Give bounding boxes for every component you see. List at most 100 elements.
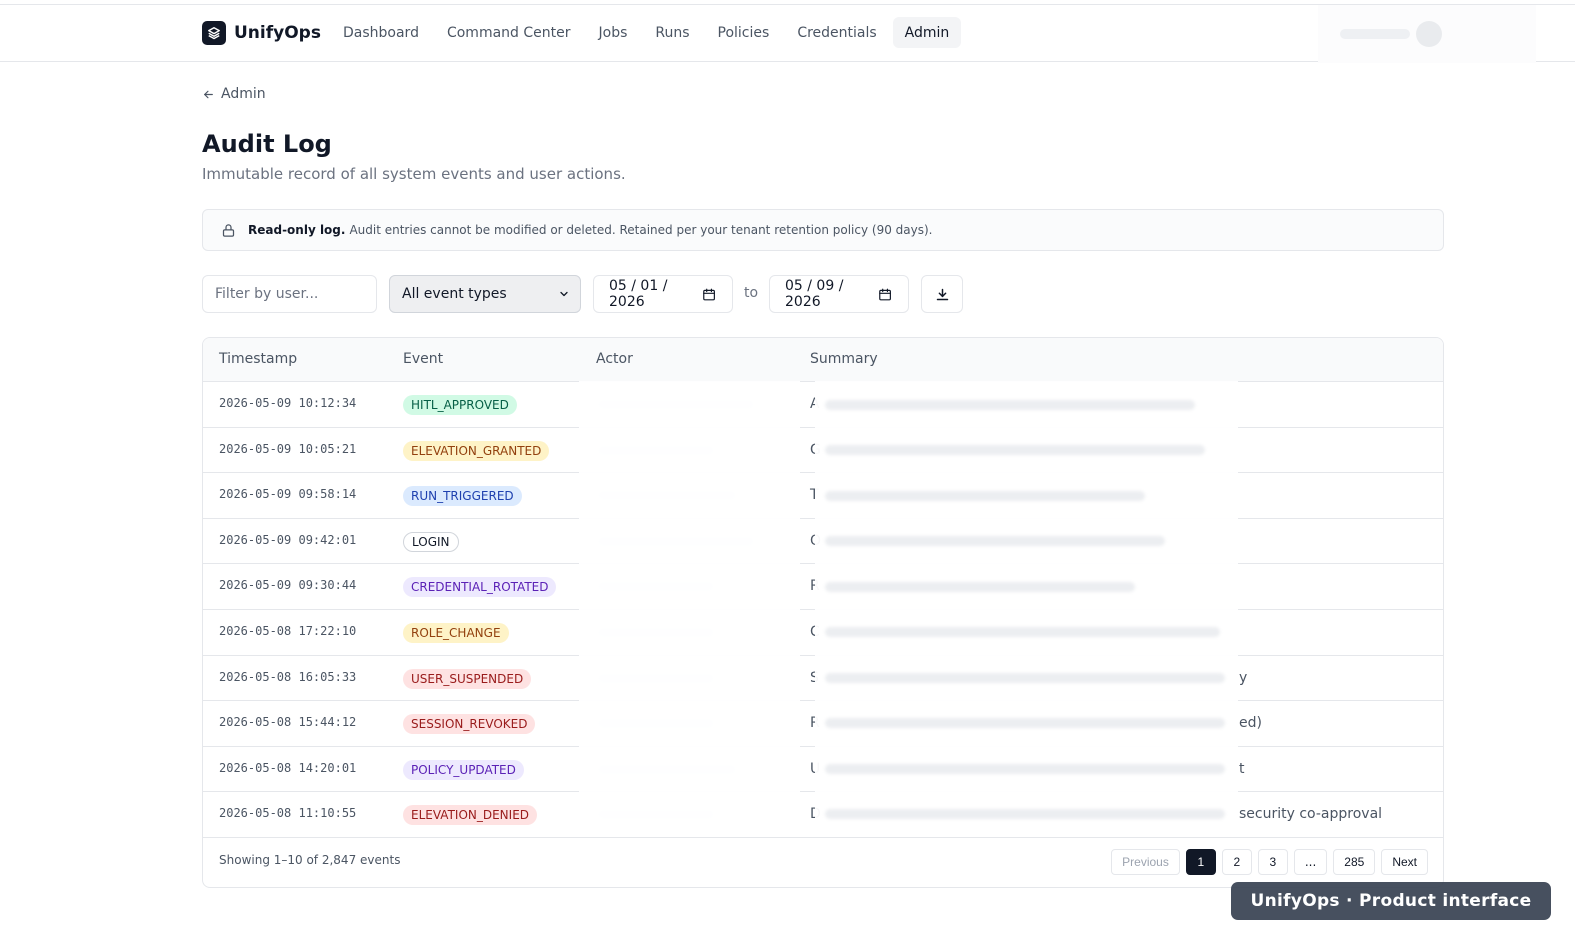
nav-jobs[interactable]: Jobs — [587, 17, 640, 48]
date-to-input[interactable]: 05 / 09 / 2026 — [769, 275, 909, 313]
actor-redacted — [596, 808, 716, 822]
account-name-redacted — [1340, 29, 1410, 39]
row-timestamp: 2026-05-09 09:58:14 — [219, 487, 357, 502]
filter-user-input[interactable] — [202, 275, 377, 313]
previous-page-button[interactable]: Previous — [1111, 849, 1180, 875]
event-type-value: All event types — [402, 286, 507, 302]
row-timestamp: 2026-05-09 09:30:44 — [219, 578, 357, 593]
row-timestamp: 2026-05-08 11:10:55 — [219, 806, 357, 821]
avatar — [1416, 21, 1442, 47]
table-row[interactable]: 2026-05-08 15:44:12 SESSION_REVOKED R ed… — [203, 701, 1443, 747]
row-summary: R — [810, 715, 820, 732]
table-row[interactable]: 2026-05-09 09:30:44 CREDENTIAL_ROTATED R — [203, 564, 1443, 610]
calendar-icon — [703, 288, 715, 300]
brand[interactable]: UnifyOps — [202, 21, 321, 45]
next-page-button[interactable]: Next — [1381, 849, 1428, 875]
notice-strong: Read-only log. — [248, 223, 346, 237]
event-badge: POLICY_UPDATED — [403, 759, 524, 780]
row-summary-tail: security co-approval — [1239, 806, 1383, 823]
results-count: Showing 1–10 of 2,847 events — [219, 853, 401, 867]
event-badge: SESSION_REVOKED — [403, 714, 536, 735]
event-badge: RUN_TRIGGERED — [403, 486, 522, 507]
arrow-left-icon — [204, 90, 213, 98]
table-row[interactable]: 2026-05-08 14:20:01 POLICY_UPDATED U t — [203, 747, 1443, 793]
nav-command-center[interactable]: Command Center — [435, 17, 583, 48]
nav-dashboard[interactable]: Dashboard — [331, 17, 431, 48]
page-2-button[interactable]: 2 — [1221, 849, 1252, 875]
layers-logo-icon — [202, 21, 226, 45]
export-button[interactable] — [921, 275, 963, 313]
date-from-value: 05 / 01 / 2026 — [609, 278, 668, 310]
event-badge: ROLE_CHANGE — [403, 622, 509, 643]
event-badge: ELEVATION_GRANTED — [403, 440, 550, 461]
brand-name: UnifyOps — [234, 23, 321, 43]
row-summary: S — [810, 669, 819, 686]
event-type-select[interactable]: All event types — [389, 275, 581, 313]
event-badge: LOGIN — [403, 531, 459, 552]
audit-log-table: Timestamp Event Actor Summary 2026-05-09… — [202, 337, 1444, 888]
account-menu[interactable] — [1318, 5, 1536, 63]
nav-credentials[interactable]: Credentials — [785, 17, 888, 48]
row-timestamp: 2026-05-08 17:22:10 — [219, 623, 357, 638]
calendar-icon — [879, 288, 891, 300]
column-timestamp[interactable]: Timestamp — [219, 351, 297, 367]
table-row[interactable]: 2026-05-09 10:12:34 HITL_APPROVED A — [203, 382, 1443, 428]
pagination-ellipsis: ... — [1293, 849, 1328, 875]
event-badge: HITL_APPROVED — [403, 395, 517, 415]
table-row[interactable]: 2026-05-08 11:10:55 ELEVATION_DENIED D s… — [203, 792, 1443, 838]
date-from-input[interactable]: 05 / 01 / 2026 — [593, 275, 733, 313]
actor-redacted — [596, 625, 716, 639]
pagination: Previous 1 2 3 ... 285 Next — [1105, 849, 1428, 875]
page-3-button[interactable]: 3 — [1257, 849, 1288, 875]
row-timestamp: 2026-05-09 09:42:01 — [219, 532, 357, 547]
row-summary-tail: t — [1239, 760, 1245, 777]
table-row[interactable]: 2026-05-09 10:05:21 ELEVATION_GRANTED G — [203, 428, 1443, 474]
download-icon — [936, 288, 948, 300]
row-summary: C — [810, 623, 820, 640]
nav-admin[interactable]: Admin — [892, 17, 962, 48]
nav-runs[interactable]: Runs — [643, 17, 701, 48]
event-badge: USER_SUSPENDED — [403, 668, 532, 689]
row-timestamp: 2026-05-08 14:20:01 — [219, 760, 357, 775]
column-summary[interactable]: Summary — [810, 351, 878, 367]
read-only-notice: Read-only log. Audit entries cannot be m… — [202, 209, 1444, 251]
actor-redacted — [596, 398, 756, 411]
row-timestamp: 2026-05-09 10:12:34 — [219, 396, 357, 410]
row-summary: U — [810, 760, 821, 777]
date-range-separator: to — [744, 285, 759, 301]
column-actor[interactable]: Actor — [596, 351, 633, 367]
row-summary: A — [810, 396, 820, 412]
lock-icon — [222, 223, 235, 237]
actor-redacted — [596, 443, 716, 457]
column-event[interactable]: Event — [403, 351, 443, 367]
chevron-down-icon — [560, 291, 568, 297]
table-row[interactable]: 2026-05-09 09:58:14 RUN_TRIGGERED T — [203, 473, 1443, 519]
row-summary: T — [810, 487, 819, 504]
actor-redacted — [596, 762, 738, 776]
top-navigation: UnifyOps Dashboard Command Center Jobs R… — [0, 4, 1575, 63]
table-footer: Showing 1–10 of 2,847 events Previous 1 … — [203, 837, 1443, 887]
row-timestamp: 2026-05-09 10:05:21 — [219, 441, 357, 456]
nav-policies[interactable]: Policies — [706, 17, 782, 48]
main-nav: Dashboard Command Center Jobs Runs Polic… — [331, 17, 965, 48]
actor-redacted — [596, 489, 738, 503]
row-timestamp: 2026-05-08 16:05:33 — [219, 669, 357, 684]
row-timestamp: 2026-05-08 15:44:12 — [219, 715, 357, 730]
event-badge: CREDENTIAL_ROTATED — [403, 577, 557, 598]
page-285-button[interactable]: 285 — [1333, 849, 1376, 875]
actor-redacted — [596, 534, 756, 548]
row-summary: O — [810, 532, 822, 549]
table-row[interactable]: 2026-05-08 17:22:10 ROLE_CHANGE C — [203, 610, 1443, 656]
page-title: Audit Log — [202, 130, 332, 158]
actor-redacted — [596, 580, 716, 594]
row-summary: R — [810, 578, 820, 595]
page-1-button[interactable]: 1 — [1185, 849, 1216, 875]
actor-redacted — [596, 671, 716, 685]
product-watermark: UnifyOps · Product interface — [1231, 882, 1551, 920]
back-label: Admin — [221, 86, 266, 102]
row-summary: G — [810, 441, 821, 458]
row-summary-tail: ed) — [1239, 715, 1262, 732]
table-row[interactable]: 2026-05-09 09:42:01 LOGIN O — [203, 519, 1443, 565]
table-row[interactable]: 2026-05-08 16:05:33 USER_SUSPENDED S y — [203, 656, 1443, 702]
back-to-admin-link[interactable]: Admin — [202, 86, 266, 102]
